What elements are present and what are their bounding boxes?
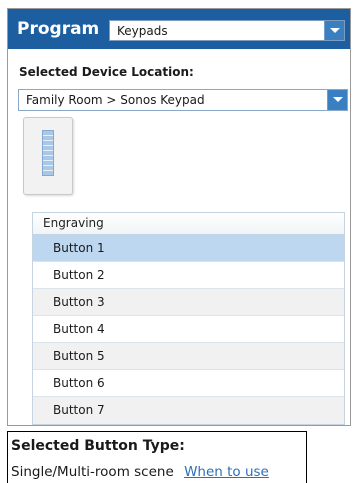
button-type-row: Single/Multi-room scene When to use: [11, 464, 269, 480]
location-select-value: Family Room > Sonos Keypad: [26, 93, 205, 107]
program-select-value: Keypads: [117, 24, 168, 38]
chevron-down-icon[interactable]: [324, 21, 344, 40]
header-title: Program: [17, 19, 100, 39]
location-label: Selected Device Location:: [19, 65, 194, 79]
table-row[interactable]: Button 2: [33, 262, 344, 289]
button-type-box: Selected Button Type: Single/Multi-room …: [7, 431, 307, 483]
chevron-down-icon[interactable]: [327, 90, 347, 110]
table-row[interactable]: Button 4: [33, 316, 344, 343]
table-row[interactable]: Button 5: [33, 343, 344, 370]
keypad-thumbnail-icon[interactable]: [23, 117, 73, 195]
when-to-use-link[interactable]: When to use: [184, 464, 269, 480]
button-type-value: Single/Multi-room scene: [11, 464, 174, 480]
button-type-label: Selected Button Type:: [11, 438, 185, 454]
table-row[interactable]: Button 7: [33, 397, 344, 424]
program-header: Program Keypads: [8, 9, 350, 49]
table-header-engraving: Engraving: [33, 213, 344, 235]
program-panel: Program Keypads Selected Device Location…: [7, 8, 351, 426]
table-row[interactable]: Button 6: [33, 370, 344, 397]
table-row[interactable]: Button 1: [33, 235, 344, 262]
table-row[interactable]: Button 3: [33, 289, 344, 316]
program-select[interactable]: Keypads: [109, 20, 345, 41]
location-select[interactable]: Family Room > Sonos Keypad: [18, 89, 348, 111]
keypad-buttons-graphic: [42, 130, 54, 176]
engraving-table: Engraving Button 1 Button 2 Button 3 But…: [32, 212, 345, 425]
